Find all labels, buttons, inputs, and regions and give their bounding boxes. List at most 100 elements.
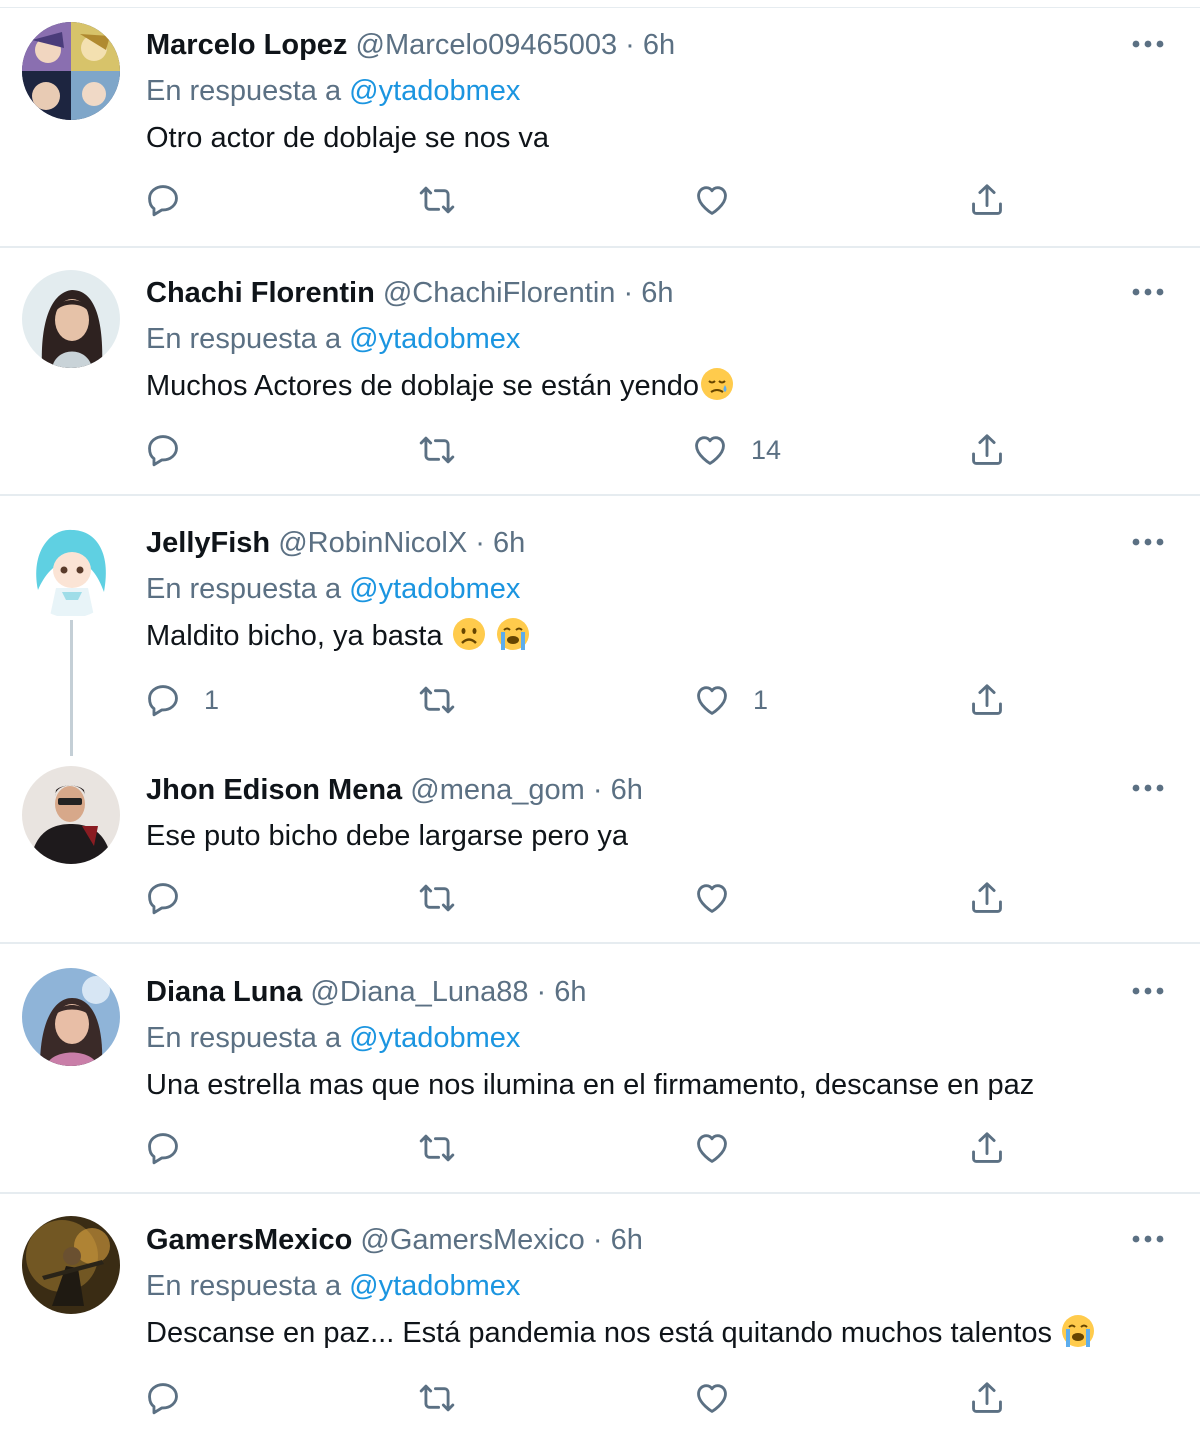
heart-icon bbox=[691, 431, 729, 469]
tweet-text: Una estrella mas que nos ilumina en el f… bbox=[146, 1069, 1035, 1101]
mention-link[interactable]: @ytadobmex bbox=[349, 1022, 520, 1054]
tweet-text: Maldito bicho, ya basta bbox=[146, 620, 451, 652]
like-button[interactable] bbox=[693, 1378, 731, 1418]
tweet-header: Diana Luna @Diana_Luna88 · 6h bbox=[146, 974, 587, 1010]
tweet[interactable]: Diana Luna @Diana_Luna88 · 6h En respues… bbox=[0, 944, 1200, 1194]
tweet-header: Chachi Florentin @ChachiFlorentin · 6h bbox=[146, 275, 673, 311]
avatar[interactable] bbox=[22, 520, 120, 618]
reply-icon bbox=[144, 1379, 182, 1417]
more-icon[interactable] bbox=[1128, 282, 1168, 302]
tweet[interactable]: GamersMexico @GamersMexico · 6h En respu… bbox=[0, 1194, 1200, 1434]
retweet-button[interactable] bbox=[418, 180, 456, 220]
thread-line bbox=[70, 620, 73, 756]
more-icon[interactable] bbox=[1128, 532, 1168, 552]
more-icon[interactable] bbox=[1128, 981, 1168, 1001]
display-name[interactable]: Diana Luna bbox=[146, 976, 302, 1008]
user-handle[interactable]: @mena_gom bbox=[410, 774, 585, 806]
share-button[interactable] bbox=[968, 1378, 1006, 1418]
retweet-button[interactable] bbox=[418, 1378, 456, 1418]
share-button[interactable] bbox=[968, 430, 1006, 470]
like-button[interactable]: 14 bbox=[691, 430, 781, 470]
display-name[interactable]: Chachi Florentin bbox=[146, 277, 375, 309]
tweet[interactable]: Jhon Edison Mena @mena_gom · 6h Ese puto… bbox=[0, 746, 1200, 944]
display-name[interactable]: JellyFish bbox=[146, 527, 270, 559]
separator-dot: · bbox=[623, 277, 634, 309]
reply-count: 1 bbox=[204, 684, 220, 715]
share-icon bbox=[968, 431, 1006, 469]
share-button[interactable] bbox=[968, 680, 1006, 720]
like-button[interactable] bbox=[693, 878, 731, 918]
reply-button[interactable] bbox=[144, 180, 182, 220]
tweet-text-line: Maldito bicho, ya basta bbox=[146, 618, 531, 654]
tweet-header: JellyFish @RobinNicolX · 6h bbox=[146, 525, 525, 561]
user-handle[interactable]: @Marcelo09465003 bbox=[356, 29, 618, 61]
reply-context: En respuesta a @ytadobmex bbox=[146, 73, 520, 109]
display-name[interactable]: Marcelo Lopez bbox=[146, 29, 347, 61]
heart-icon bbox=[693, 681, 731, 719]
like-button[interactable] bbox=[693, 180, 731, 220]
retweet-button[interactable] bbox=[418, 1128, 456, 1168]
reply-button[interactable] bbox=[144, 1128, 182, 1168]
timestamp[interactable]: 6h bbox=[611, 1224, 643, 1256]
timestamp[interactable]: 6h bbox=[611, 774, 643, 806]
reply-button[interactable] bbox=[144, 878, 182, 918]
like-button[interactable]: 1 bbox=[693, 680, 768, 720]
share-button[interactable] bbox=[968, 1128, 1006, 1168]
mention-link[interactable]: @ytadobmex bbox=[349, 573, 520, 605]
separator-dot: · bbox=[592, 774, 603, 806]
share-icon bbox=[968, 681, 1006, 719]
timestamp[interactable]: 6h bbox=[641, 277, 673, 309]
avatar[interactable] bbox=[22, 968, 120, 1066]
display-name[interactable]: Jhon Edison Mena bbox=[146, 774, 402, 806]
retweet-icon bbox=[418, 1129, 456, 1167]
avatar[interactable] bbox=[22, 22, 120, 120]
tweet[interactable]: Chachi Florentin @ChachiFlorentin · 6h E… bbox=[0, 248, 1200, 496]
reply-prefix: En respuesta a bbox=[146, 1022, 342, 1054]
crying-face-emoji-icon bbox=[495, 616, 531, 652]
timestamp[interactable]: 6h bbox=[554, 976, 586, 1008]
avatar[interactable] bbox=[22, 766, 120, 864]
retweet-button[interactable] bbox=[418, 878, 456, 918]
separator-dot: · bbox=[536, 976, 547, 1008]
retweet-icon bbox=[418, 431, 456, 469]
heart-icon bbox=[693, 181, 731, 219]
tweet-text-line: Descanse en paz... Está pandemia nos est… bbox=[146, 1315, 1096, 1351]
mention-link[interactable]: @ytadobmex bbox=[349, 1270, 520, 1302]
reply-button[interactable] bbox=[144, 430, 182, 470]
crying-face-emoji-icon bbox=[1060, 1313, 1096, 1349]
timestamp[interactable]: 6h bbox=[643, 29, 675, 61]
reply-context: En respuesta a @ytadobmex bbox=[146, 321, 520, 357]
tweet[interactable]: Marcelo Lopez @Marcelo09465003 · 6h En r… bbox=[0, 0, 1200, 248]
reply-button[interactable] bbox=[144, 1378, 182, 1418]
separator-dot: · bbox=[625, 29, 635, 61]
more-icon[interactable] bbox=[1128, 34, 1168, 54]
retweet-button[interactable] bbox=[418, 430, 456, 470]
user-handle[interactable]: @ChachiFlorentin bbox=[383, 277, 616, 309]
share-icon bbox=[968, 181, 1006, 219]
share-button[interactable] bbox=[968, 878, 1006, 918]
display-name[interactable]: GamersMexico bbox=[146, 1224, 352, 1256]
retweet-icon bbox=[418, 181, 456, 219]
tweet[interactable]: JellyFish @RobinNicolX · 6h En respuesta… bbox=[0, 496, 1200, 756]
like-button[interactable] bbox=[693, 1128, 731, 1168]
reply-prefix: En respuesta a bbox=[146, 323, 342, 355]
more-icon[interactable] bbox=[1128, 1229, 1168, 1249]
reply-context: En respuesta a @ytadobmex bbox=[146, 1020, 520, 1056]
tweet-header: GamersMexico @GamersMexico · 6h bbox=[146, 1222, 643, 1258]
mention-link[interactable]: @ytadobmex bbox=[349, 75, 520, 107]
mention-link[interactable]: @ytadobmex bbox=[349, 323, 520, 355]
user-handle[interactable]: @Diana_Luna88 bbox=[310, 976, 528, 1008]
tweet-text: Muchos Actores de doblaje se están yendo bbox=[146, 370, 699, 402]
avatar[interactable] bbox=[22, 1216, 120, 1314]
timestamp[interactable]: 6h bbox=[493, 527, 525, 559]
like-count: 14 bbox=[751, 434, 782, 465]
reply-button[interactable]: 1 bbox=[144, 680, 219, 720]
frowning-face-emoji-icon bbox=[451, 616, 487, 652]
user-handle[interactable]: @GamersMexico bbox=[360, 1224, 584, 1256]
user-handle[interactable]: @RobinNicolX bbox=[278, 527, 467, 559]
more-icon[interactable] bbox=[1128, 778, 1168, 798]
retweet-button[interactable] bbox=[418, 680, 456, 720]
reply-prefix: En respuesta a bbox=[146, 573, 342, 605]
avatar[interactable] bbox=[22, 270, 120, 368]
share-button[interactable] bbox=[968, 180, 1006, 220]
